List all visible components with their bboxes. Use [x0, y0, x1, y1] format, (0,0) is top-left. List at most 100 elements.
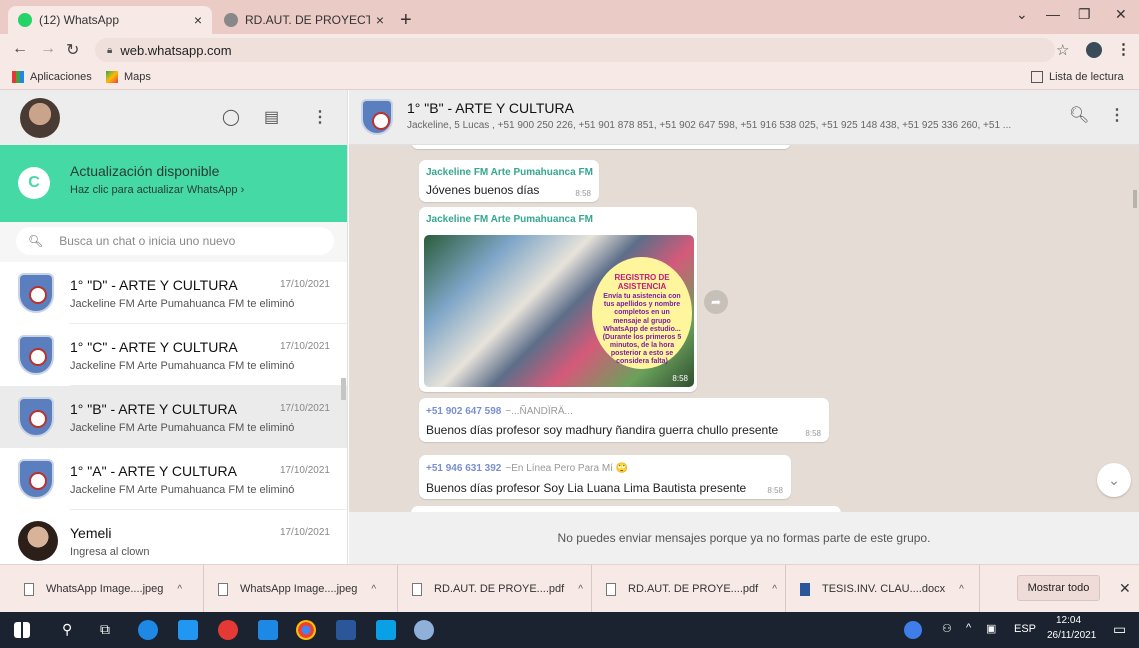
menu-icon[interactable]: ⋮ — [312, 107, 328, 127]
message-time: 8:58 — [805, 429, 821, 438]
profile-avatar[interactable] — [1086, 42, 1102, 58]
minimize-icon[interactable]: — — [1046, 6, 1060, 22]
message-text: Buenos días profesor Soy Lia Luana Lima … — [426, 481, 747, 495]
message-bubble[interactable]: +51 946 631 392 ~En Línea Pero Para Mí 🙄 … — [419, 455, 791, 499]
chevron-up-icon[interactable]: ^ — [959, 584, 964, 595]
address-bar-row: ← → ↻ 🔒︎ web.whatsapp.com ☆ ⋮ — [0, 34, 1139, 66]
update-banner[interactable]: C Actualización disponible Haz clic para… — [0, 145, 347, 222]
search-icon[interactable]: 🔍︎ — [1069, 105, 1089, 125]
chat-name: Yemeli — [70, 525, 112, 541]
new-chat-icon[interactable]: ▤ — [264, 107, 279, 127]
status-icon[interactable]: ◯ — [222, 107, 240, 127]
window-close-icon[interactable]: ✕ — [1115, 6, 1127, 23]
windows-taskbar: ⚲ ⧉ ⚇ ^ ▣ ESP 12:04 26/11/2021 ▭ — [0, 612, 1139, 648]
download-item[interactable]: TESIS.INV. CLAU....docx ^ — [786, 565, 980, 613]
sender-alias: ~En Línea Pero Para Mí 🙄 — [505, 463, 629, 474]
sidebar-header: ◯ ▤ ⋮ — [0, 90, 347, 145]
task-view-icon[interactable]: ⧉ — [100, 621, 110, 638]
download-item[interactable]: RD.AUT. DE PROYE....pdf ^ — [592, 565, 786, 613]
chrome-icon[interactable] — [296, 620, 316, 640]
dropbox-icon[interactable] — [178, 620, 198, 640]
windows-start-icon[interactable] — [14, 622, 30, 638]
reading-list-icon — [1031, 71, 1043, 83]
attendance-image[interactable]: REGISTRO DE ASISTENCIA Envía tu asistenc… — [424, 235, 694, 387]
bookmark-maps[interactable]: Maps — [106, 71, 151, 83]
chevron-up-icon[interactable]: ^ — [772, 584, 777, 595]
app-red-icon[interactable] — [218, 620, 238, 640]
photos-icon[interactable] — [376, 620, 396, 640]
chevron-up-icon[interactable]: ^ — [371, 584, 376, 595]
conversation-scrollbar[interactable] — [1133, 190, 1137, 208]
tab-search-icon[interactable]: ⌄ — [1016, 6, 1028, 23]
chevron-up-icon[interactable]: ^ — [578, 584, 583, 595]
bookmark-star-icon[interactable]: ☆ — [1056, 41, 1069, 59]
people-icon[interactable]: ⚇ — [942, 622, 952, 635]
browser-menu-icon[interactable]: ⋮ — [1116, 40, 1131, 58]
refresh-icon: C — [18, 167, 50, 199]
tab-close-icon[interactable]: × — [194, 12, 202, 28]
conversation-header[interactable]: 1° "B" - ARTE Y CULTURA Jackeline, 5 Luc… — [349, 90, 1139, 145]
chevron-up-icon[interactable]: ^ — [177, 584, 182, 595]
clock-date[interactable]: 26/11/2021 — [1047, 630, 1096, 641]
message-sender: Jackeline FM Arte Pumahuanca FM — [426, 167, 593, 178]
chat-item[interactable]: 1° "D" - ARTE Y CULTURA 17/10/2021 Jacke… — [0, 262, 347, 324]
chat-name: 1° "B" - ARTE Y CULTURA — [70, 401, 237, 417]
poster-heading: REGISTRO DE ASISTENCIA — [614, 273, 670, 292]
update-subtitle[interactable]: Haz clic para actualizar WhatsApp › — [70, 184, 244, 196]
word-icon[interactable] — [336, 620, 356, 640]
clock-time[interactable]: 12:04 — [1056, 615, 1081, 626]
scroll-down-button[interactable]: ⌄ — [1097, 463, 1131, 497]
downloads-bar: WhatsApp Image....jpeg ^ WhatsApp Image.… — [0, 564, 1139, 613]
download-label: TESIS.INV. CLAU....docx — [822, 583, 946, 595]
edge-icon[interactable] — [138, 620, 158, 640]
contact-avatar — [18, 521, 58, 561]
message-bubble[interactable]: Jackeline FM Arte Pumahuanca FM Jóvenes … — [419, 160, 599, 202]
school-crest-icon — [18, 335, 54, 375]
download-label: WhatsApp Image....jpeg — [240, 583, 358, 595]
search-input[interactable]: 🔍︎ Busca un chat o inicia uno nuevo — [16, 227, 334, 255]
download-item[interactable]: WhatsApp Image....jpeg ^ — [204, 565, 398, 613]
chat-item-selected[interactable]: 1° "B" - ARTE Y CULTURA 17/10/2021 Jacke… — [0, 386, 347, 448]
back-icon[interactable]: ← — [12, 40, 28, 58]
close-downloads-icon[interactable]: ✕ — [1119, 580, 1131, 597]
chat-item[interactable]: Yemeli 17/10/2021 Ingresa al clown — [0, 510, 347, 564]
chat-date: 17/10/2021 — [279, 279, 330, 290]
sidebar-scrollbar[interactable] — [341, 378, 346, 400]
download-item[interactable]: WhatsApp Image....jpeg ^ — [10, 565, 204, 613]
download-label: RD.AUT. DE PROYE....pdf — [628, 583, 759, 595]
message-bubble-partial — [411, 145, 791, 149]
search-icon[interactable]: ⚲ — [62, 621, 72, 638]
chat-item[interactable]: 1° "A" - ARTE Y CULTURA 17/10/2021 Jacke… — [0, 448, 347, 510]
message-bubble[interactable]: +51 902 647 598 ~...ÑANDÏRÄ... Buenos día… — [419, 398, 829, 442]
download-app-icon[interactable] — [258, 620, 278, 640]
tab-close-icon[interactable]: × — [376, 12, 384, 28]
tab-rd-aut[interactable]: RD.AUT. DE PROYECTO JUDITH C × — [214, 6, 394, 34]
bookmark-apps[interactable]: Aplicaciones — [12, 71, 92, 83]
restore-icon[interactable]: ❐ — [1078, 6, 1091, 23]
chevron-up-icon[interactable]: ^ — [966, 622, 971, 634]
my-avatar[interactable] — [20, 98, 60, 138]
notifications-icon[interactable]: ▭ — [1113, 621, 1126, 638]
reload-icon[interactable]: ↻ — [66, 40, 79, 60]
school-crest-icon — [361, 99, 393, 135]
image-file-icon — [24, 582, 34, 596]
menu-icon[interactable]: ⋮ — [1109, 105, 1125, 125]
chat-item[interactable]: 1° "C" - ARTE Y CULTURA 17/10/2021 Jacke… — [0, 324, 347, 386]
forward-icon[interactable]: ➦ — [704, 290, 728, 314]
group-avatar — [18, 273, 54, 313]
help-icon[interactable] — [904, 621, 922, 639]
update-title: Actualización disponible — [70, 163, 220, 179]
show-all-downloads-button[interactable]: Mostrar todo — [1017, 575, 1100, 601]
tab-whatsapp[interactable]: (12) WhatsApp × — [8, 6, 212, 34]
network-icon[interactable]: ▣ — [986, 622, 996, 635]
download-item[interactable]: RD.AUT. DE PROYE....pdf ^ — [398, 565, 592, 613]
image-message-bubble[interactable]: Jackeline FM Arte Pumahuanca FM REGISTRO… — [419, 207, 697, 392]
new-tab-button[interactable]: + — [400, 9, 412, 32]
paint-icon[interactable] — [414, 620, 434, 640]
chat-name: 1° "C" - ARTE Y CULTURA — [70, 339, 238, 355]
search-placeholder: Busca un chat o inicia uno nuevo — [59, 234, 236, 248]
reading-list-button[interactable]: Lista de lectura — [1031, 71, 1124, 83]
language-indicator[interactable]: ESP — [1014, 623, 1036, 635]
url-bar[interactable]: 🔒︎ web.whatsapp.com — [95, 38, 1055, 62]
forward-icon[interactable]: → — [40, 40, 56, 58]
